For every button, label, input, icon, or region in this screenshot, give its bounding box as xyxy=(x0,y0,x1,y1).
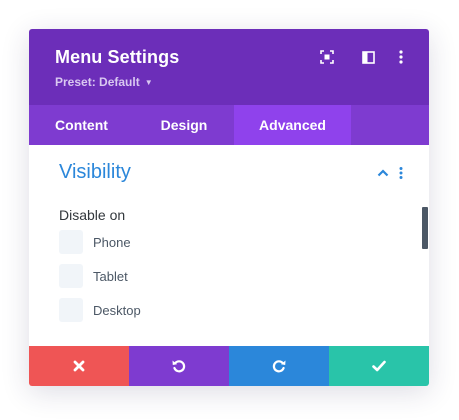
section-more-icon[interactable] xyxy=(399,166,411,180)
sidebar-icon[interactable] xyxy=(360,49,376,65)
settings-content: Visibility Disable on Phone Tablet Deskt… xyxy=(29,145,429,346)
modal-footer xyxy=(29,346,429,386)
desktop-label: Desktop xyxy=(93,302,141,318)
tablet-label: Tablet xyxy=(93,268,128,284)
section-title[interactable]: Visibility xyxy=(59,161,131,184)
option-desktop[interactable]: Desktop xyxy=(59,298,141,322)
check-icon xyxy=(372,360,386,372)
modal-header[interactable]: Menu Settings Preset: Default ▼ xyxy=(29,29,429,105)
undo-button[interactable] xyxy=(129,346,229,386)
modal-title: Menu Settings xyxy=(55,47,180,67)
redo-icon xyxy=(272,360,286,373)
tab-advanced[interactable]: Advanced xyxy=(234,105,351,145)
settings-modal: Menu Settings Preset: Default ▼ Content … xyxy=(29,29,429,386)
tablet-checkbox[interactable] xyxy=(59,264,83,288)
cancel-button[interactable] xyxy=(29,346,129,386)
option-phone[interactable]: Phone xyxy=(59,230,131,254)
tab-content[interactable]: Content xyxy=(29,105,134,145)
chevron-up-icon[interactable] xyxy=(376,166,390,180)
disable-on-label: Disable on xyxy=(59,207,126,223)
redo-button[interactable] xyxy=(229,346,329,386)
undo-icon xyxy=(172,360,186,373)
close-icon xyxy=(73,360,85,372)
expand-icon[interactable] xyxy=(319,49,335,65)
caret-down-icon: ▼ xyxy=(144,77,153,87)
scrollbar-thumb[interactable] xyxy=(422,207,428,249)
tab-design[interactable]: Design xyxy=(134,105,234,145)
more-vertical-icon[interactable] xyxy=(393,49,409,65)
phone-label: Phone xyxy=(93,234,131,250)
desktop-checkbox[interactable] xyxy=(59,298,83,322)
preset-dropdown[interactable]: Preset: Default ▼ xyxy=(55,75,153,89)
save-button[interactable] xyxy=(329,346,429,386)
phone-checkbox[interactable] xyxy=(59,230,83,254)
tab-bar: Content Design Advanced xyxy=(29,105,429,145)
option-tablet[interactable]: Tablet xyxy=(59,264,128,288)
preset-label: Preset: Default xyxy=(55,75,140,89)
